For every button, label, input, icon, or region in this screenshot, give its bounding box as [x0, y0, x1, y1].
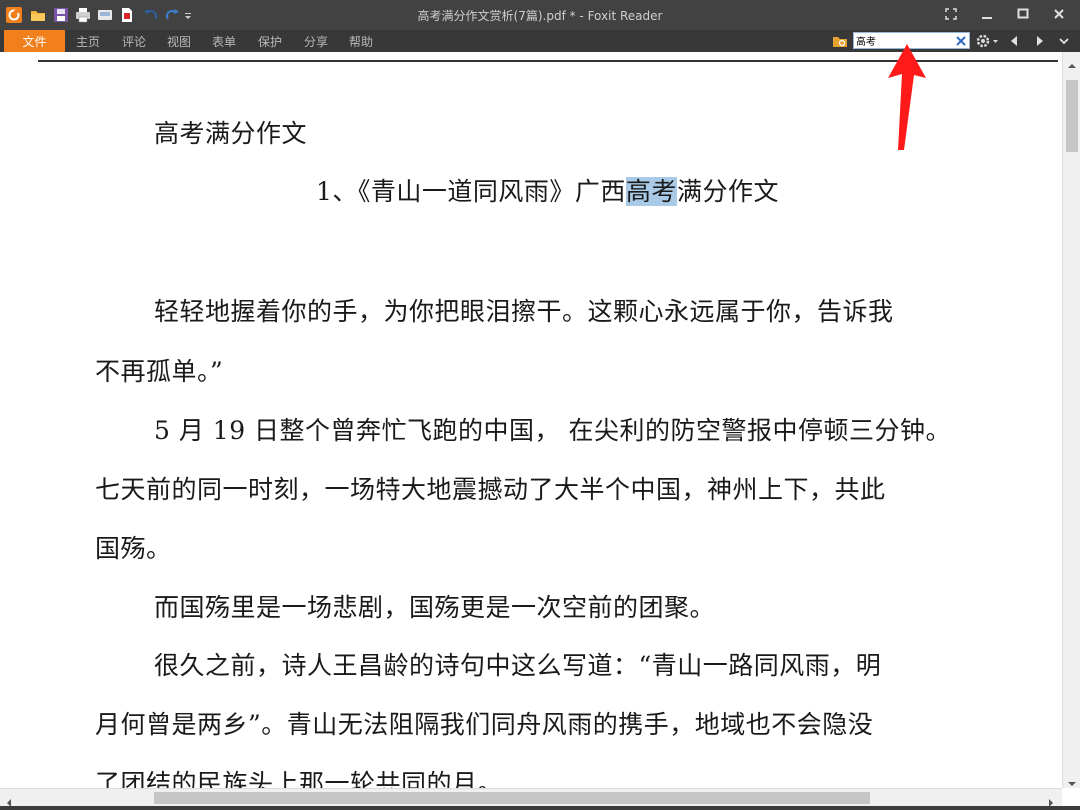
title-after: 满分作文: [676, 177, 779, 206]
menu-help[interactable]: 帮助: [349, 33, 373, 50]
text-line: 国殇。: [95, 534, 172, 563]
scan-icon[interactable]: [97, 7, 113, 23]
menu-protect[interactable]: 保护: [258, 33, 282, 50]
prev-icon[interactable]: [1006, 32, 1022, 49]
text-line: 月何曾是两乡”。青山无法阻隔我们同舟风雨的携手，地域也不会隐没: [95, 710, 874, 739]
text-line: 七天前的同一时刻，一场特大地震撼动了大半个中国，神州上下，共此: [95, 475, 886, 504]
find-folder-icon[interactable]: [832, 33, 848, 49]
save-icon[interactable]: [53, 7, 69, 23]
document-heading: 高考满分作文: [154, 119, 308, 148]
scroll-right-icon[interactable]: [1046, 793, 1056, 807]
red-arrow-annotation: [880, 44, 930, 152]
window-title: 高考满分作文赏析(7篇).pdf * - Foxit Reader: [417, 9, 663, 23]
print-icon[interactable]: [75, 7, 91, 23]
fullscreen-icon[interactable]: [936, 4, 966, 24]
status-strip: [0, 806, 1080, 810]
scroll-left-icon[interactable]: [4, 793, 14, 807]
menu-comment[interactable]: 评论: [122, 33, 146, 50]
menu-form[interactable]: 表单: [212, 33, 236, 50]
text-line: 不再孤单。”: [95, 357, 224, 386]
scroll-up-icon[interactable]: [1067, 56, 1077, 68]
vertical-scroll-thumb[interactable]: [1066, 80, 1078, 152]
text-line: 而国殇里是一场悲剧，国殇更是一次空前的团聚。: [154, 593, 716, 622]
menu-share[interactable]: 分享: [304, 33, 328, 50]
foxit-logo-icon[interactable]: [6, 7, 22, 23]
pdf-create-icon[interactable]: [119, 7, 135, 23]
text-line: 5 月 19 日整个曾奔忙飞跑的中国， 在尖利的防空警报中停顿三分钟。: [154, 416, 952, 445]
maximize-icon[interactable]: [1008, 4, 1038, 24]
vertical-scrollbar[interactable]: [1062, 52, 1080, 788]
open-folder-icon[interactable]: [30, 7, 46, 23]
text-line: 轻轻地握着你的手，为你把眼泪擦干。这颗心永远属于你，告诉我: [154, 297, 894, 326]
redo-icon[interactable]: [164, 7, 180, 23]
title-before: 1、《青山一道同风雨》广西: [316, 177, 626, 206]
undo-icon[interactable]: [143, 7, 159, 23]
text-line: 很久之前，诗人王昌龄的诗句中这么写道：“青山一路同风雨，明: [154, 651, 882, 680]
customize-icon[interactable]: [183, 7, 193, 23]
horizontal-scrollbar[interactable]: [0, 788, 1062, 807]
expand-icon[interactable]: [1056, 32, 1072, 49]
scroll-down-icon[interactable]: [1067, 774, 1077, 786]
clear-icon[interactable]: [953, 33, 969, 48]
next-icon[interactable]: [1032, 32, 1048, 49]
menu-home[interactable]: 主页: [76, 33, 100, 50]
menu-file[interactable]: 文件: [4, 30, 65, 52]
horizontal-scroll-thumb[interactable]: [154, 792, 870, 804]
minimize-icon[interactable]: [972, 4, 1002, 24]
close-icon[interactable]: [1044, 4, 1074, 24]
document-title: 1、《青山一道同风雨》广西高考满分作文: [316, 172, 779, 208]
menu-view[interactable]: 视图: [167, 33, 191, 50]
gear-icon[interactable]: [976, 32, 1002, 49]
search-highlight: 高考: [625, 177, 677, 206]
title-bar: 高考满分作文赏析(7篇).pdf * - Foxit Reader: [0, 0, 1080, 30]
